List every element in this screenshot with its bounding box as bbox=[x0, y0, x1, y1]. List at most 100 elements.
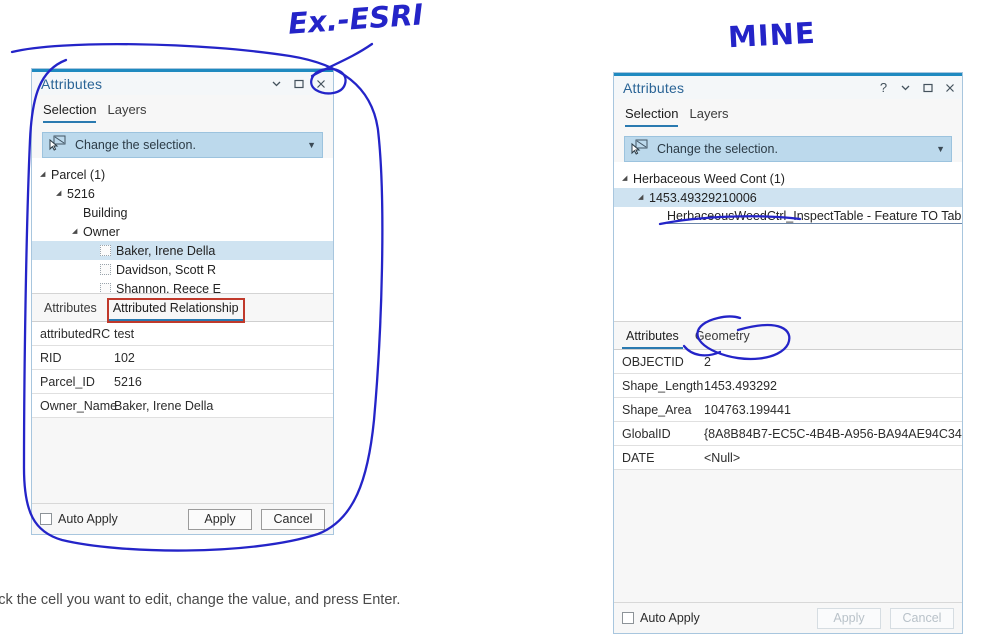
field-name: Shape_Area bbox=[622, 402, 692, 417]
maximize-icon[interactable] bbox=[292, 77, 305, 90]
table-row[interactable]: RID 102 bbox=[32, 346, 333, 370]
select-features-icon bbox=[49, 135, 67, 156]
chevron-down-icon[interactable] bbox=[899, 81, 912, 94]
table-row[interactable]: Shape_Area 104763.199441 bbox=[614, 398, 962, 422]
panel-footer: Auto Apply Apply Cancel bbox=[614, 602, 962, 633]
attribute-tabs[interactable]: Attributes Geometry bbox=[614, 322, 962, 349]
tree-item[interactable]: HerbaceousWeedCtrl_InspectTable - Featur… bbox=[614, 207, 962, 226]
field-value[interactable]: Baker, Irene Della bbox=[110, 399, 333, 413]
tree-item-label: Davidson, Scott R bbox=[116, 262, 217, 277]
tree-item[interactable]: ◢ Herbaceous Weed Cont (1) bbox=[614, 169, 962, 188]
field-value[interactable]: 102 bbox=[110, 351, 333, 365]
tree-item[interactable]: Baker, Irene Della bbox=[32, 241, 333, 260]
tab-attributes[interactable]: Attributes bbox=[40, 300, 101, 321]
apply-button[interactable]: Apply bbox=[188, 508, 252, 530]
expand-arrow-icon[interactable]: ◢ bbox=[638, 194, 649, 201]
chevron-down-icon[interactable]: ▼ bbox=[307, 140, 316, 150]
table-row[interactable]: GlobalID {8A8B84B7-EC5C-4B4B-A956-BA94AE… bbox=[614, 422, 962, 446]
tab-attributes[interactable]: Attributes bbox=[622, 328, 683, 349]
table-row[interactable]: DATE <Null> bbox=[614, 446, 962, 470]
field-name: Shape_Length bbox=[622, 378, 704, 393]
row-checkbox[interactable] bbox=[100, 283, 111, 293]
grid-empty-space bbox=[32, 418, 333, 503]
tree-item-label: Herbaceous Weed Cont (1) bbox=[633, 171, 785, 186]
tab-geometry[interactable]: Geometry bbox=[691, 328, 754, 349]
field-name: DATE bbox=[622, 450, 655, 465]
chevron-down-icon[interactable]: ▼ bbox=[936, 144, 945, 154]
tree-item[interactable]: ◢ 1453.49329210006 bbox=[614, 188, 962, 207]
tree-item[interactable]: ◢ 5216 bbox=[32, 184, 333, 203]
tree-item-label: 5216 bbox=[67, 186, 95, 201]
tree-item[interactable]: ◢ Parcel (1) bbox=[32, 165, 333, 184]
tree-item-label[interactable]: HerbaceousWeedCtrl_InspectTable - Featur… bbox=[667, 209, 962, 224]
field-value[interactable]: {8A8B84B7-EC5C-4B4B-A956-BA94AE94C34E} bbox=[700, 427, 962, 441]
change-selection-dropdown[interactable]: Change the selection. ▼ bbox=[42, 132, 323, 158]
field-name: GlobalID bbox=[622, 426, 671, 441]
change-selection-label: Change the selection. bbox=[75, 138, 196, 152]
row-checkbox[interactable] bbox=[100, 245, 111, 256]
panel-tabs[interactable]: Selection Layers bbox=[614, 99, 962, 127]
table-row[interactable]: Parcel_ID 5216 bbox=[32, 370, 333, 394]
ink-label-ex-esri: Ex.-ESRI bbox=[286, 0, 425, 41]
expand-arrow-icon[interactable]: ◢ bbox=[622, 175, 633, 182]
field-name: Owner_Name bbox=[40, 398, 118, 413]
checkbox-box[interactable] bbox=[40, 513, 52, 525]
field-value[interactable]: 1453.493292 bbox=[700, 379, 962, 393]
panel-titlebar: Attributes bbox=[32, 69, 333, 95]
titlebar-buttons bbox=[270, 77, 327, 90]
field-value[interactable]: <Null> bbox=[700, 451, 962, 465]
cancel-button[interactable]: Cancel bbox=[261, 508, 325, 530]
tab-layers[interactable]: Layers bbox=[689, 106, 728, 127]
tab-layers[interactable]: Layers bbox=[107, 102, 146, 123]
attribute-grid[interactable]: attributedRC test RID 102 Parcel_ID 5216… bbox=[32, 321, 333, 418]
tab-selection[interactable]: Selection bbox=[43, 102, 97, 123]
attributes-panel-esri[interactable]: Attributes Selection Layers Change the s… bbox=[31, 68, 334, 535]
titlebar-buttons: ? bbox=[877, 81, 956, 94]
grid-empty-space bbox=[614, 470, 962, 602]
tree-item-label: Baker, Irene Della bbox=[116, 243, 216, 258]
expand-arrow-icon[interactable]: ◢ bbox=[56, 190, 67, 197]
field-value[interactable]: test bbox=[110, 327, 333, 341]
checkbox-box[interactable] bbox=[622, 612, 634, 624]
attribute-tabs[interactable]: Attributes Attributed Relationship bbox=[32, 294, 333, 321]
expand-arrow-icon[interactable]: ◢ bbox=[40, 171, 51, 178]
tree-item-label: Shannon, Reece E bbox=[116, 281, 221, 294]
auto-apply-checkbox[interactable]: Auto Apply bbox=[40, 512, 179, 526]
page-title: Attributes bbox=[623, 79, 685, 96]
tree-item[interactable]: Shannon, Reece E bbox=[32, 279, 333, 293]
auto-apply-label: Auto Apply bbox=[58, 512, 118, 526]
tree-item[interactable]: Building bbox=[32, 203, 333, 222]
row-checkbox[interactable] bbox=[100, 264, 111, 275]
maximize-icon[interactable] bbox=[921, 81, 934, 94]
selection-tree[interactable]: ◢ Parcel (1) ◢ 5216 Building ◢ Owner Bak… bbox=[32, 158, 333, 293]
table-row[interactable]: OBJECTID 2 bbox=[614, 350, 962, 374]
attributes-panel-mine[interactable]: Attributes ? Selection Layers Change the… bbox=[613, 72, 963, 634]
tree-item[interactable]: Davidson, Scott R bbox=[32, 260, 333, 279]
field-value[interactable]: 104763.199441 bbox=[700, 403, 962, 417]
expand-arrow-icon[interactable]: ◢ bbox=[72, 228, 83, 235]
tree-item-label: Parcel (1) bbox=[51, 167, 106, 182]
help-icon[interactable]: ? bbox=[877, 81, 890, 94]
close-icon[interactable] bbox=[314, 77, 327, 90]
table-row[interactable]: Shape_Length 1453.493292 bbox=[614, 374, 962, 398]
selection-tree[interactable]: ◢ Herbaceous Weed Cont (1) ◢ 1453.493292… bbox=[614, 162, 962, 321]
field-name: OBJECTID bbox=[622, 354, 684, 369]
chevron-down-icon[interactable] bbox=[270, 77, 283, 90]
change-selection-dropdown[interactable]: Change the selection. ▼ bbox=[624, 136, 952, 162]
tab-selection[interactable]: Selection bbox=[625, 106, 679, 127]
attribute-grid[interactable]: OBJECTID 2 Shape_Length 1453.493292 Shap… bbox=[614, 349, 962, 470]
field-value[interactable]: 5216 bbox=[110, 375, 333, 389]
table-row[interactable]: attributedRC test bbox=[32, 322, 333, 346]
instruction-text: ick the cell you want to edit, change th… bbox=[0, 592, 401, 608]
close-icon[interactable] bbox=[943, 81, 956, 94]
tree-item[interactable]: ◢ Owner bbox=[32, 222, 333, 241]
field-value[interactable]: 2 bbox=[700, 355, 962, 369]
auto-apply-checkbox[interactable]: Auto Apply bbox=[622, 611, 808, 625]
tab-attributed-relationship[interactable]: Attributed Relationship bbox=[108, 300, 243, 321]
panel-titlebar: Attributes ? bbox=[614, 73, 962, 99]
field-name: RID bbox=[40, 350, 62, 365]
panel-tabs[interactable]: Selection Layers bbox=[32, 95, 333, 123]
field-name: Parcel_ID bbox=[40, 374, 95, 389]
apply-button: Apply bbox=[817, 607, 881, 629]
table-row[interactable]: Owner_Name Baker, Irene Della bbox=[32, 394, 333, 418]
